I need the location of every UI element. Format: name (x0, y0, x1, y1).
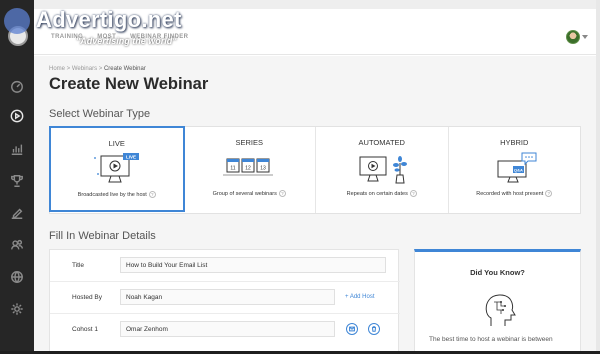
play-icon[interactable] (9, 108, 25, 124)
type-card-label: LIVE (108, 139, 125, 148)
title-label: Title (72, 262, 85, 269)
type-card-description: Broadcasted live by the host? (51, 191, 183, 198)
analytics-icon[interactable] (9, 141, 25, 157)
tip-text: The best time to host a webinar is betwe… (429, 336, 553, 343)
breadcrumb-webinars[interactable]: Webinars (72, 66, 97, 72)
sidebar (0, 0, 34, 354)
type-card-automated[interactable]: AUTOMATED Repeats on certain dates? (316, 127, 449, 213)
page-title: Create New Webinar (49, 75, 209, 93)
hosted-by-label: Hosted By (72, 294, 102, 301)
breadcrumb: Home > Webinars > Create Webinar (49, 66, 146, 72)
help-icon[interactable]: ? (545, 190, 553, 197)
type-card-label: HYBRID (500, 138, 529, 147)
hosted-by-row: Hosted By Noah Kagan + Add Host (50, 282, 400, 314)
qa-badge: Q&A (514, 167, 523, 172)
did-you-know-panel: Did You Know? The best time to host a we… (414, 249, 581, 354)
host-input[interactable]: Noah Kagan (120, 289, 335, 305)
details-heading: Fill In Webinar Details (49, 230, 156, 242)
title-row: Title How to Build Your Email List (50, 250, 400, 282)
cohost-row: Cohost 1 Omar Zenhom (50, 314, 400, 346)
brain-head-icon (485, 294, 516, 326)
hybrid-chat-icon: Q&A (497, 152, 537, 183)
chevron-down-icon[interactable] (582, 35, 588, 39)
breadcrumb-separator: > (97, 66, 104, 72)
live-badge: LIVE (126, 155, 136, 160)
calendar-day: 12 (245, 166, 251, 172)
type-card-label: AUTOMATED (358, 138, 405, 147)
edit-icon[interactable] (9, 205, 25, 221)
watermark-tagline: "Advertising the world" (76, 36, 177, 46)
type-card-series[interactable]: SERIES 11 12 13 Group of several webinar… (184, 127, 316, 213)
cohost-input[interactable]: Omar Zenhom (120, 321, 335, 337)
window-edge (596, 0, 600, 354)
breadcrumb-home[interactable]: Home (49, 66, 65, 72)
webinar-type-selector: LIVE LIVE Broadcasted live by the host? … (49, 126, 581, 214)
globe-icon[interactable] (9, 269, 25, 285)
watermark-badge (4, 8, 30, 34)
settings-icon[interactable] (9, 301, 25, 317)
calendar-day: 11 (231, 166, 236, 172)
tip-title: Did You Know? (470, 268, 525, 277)
breadcrumb-current: Create Webinar (103, 66, 146, 72)
type-card-label: SERIES (235, 138, 263, 147)
watermark-brand: Advertigo.net (36, 7, 182, 32)
select-type-heading: Select Webinar Type (49, 108, 151, 120)
type-card-description: Group of several webinars? (184, 190, 316, 197)
dashboard-icon[interactable] (9, 78, 25, 94)
type-card-hybrid[interactable]: HYBRID Q&A Recorded with host present? (449, 127, 581, 213)
calendar-day: 13 (260, 166, 266, 172)
type-card-description: Repeats on certain dates? (316, 190, 448, 197)
main-content: Home > Webinars > Create Webinar Create … (34, 56, 600, 354)
automated-plant-icon (359, 156, 407, 184)
avatar[interactable] (566, 30, 580, 44)
type-card-live[interactable]: LIVE LIVE Broadcasted live by the host? (49, 126, 185, 212)
app-window: TRAINING MOST WEBINAR FINDER Advertigo.n… (0, 0, 600, 354)
trophy-icon[interactable] (9, 173, 25, 189)
title-input[interactable]: How to Build Your Email List (120, 257, 386, 273)
live-monitor-icon: LIVE (93, 153, 139, 183)
help-icon[interactable]: ? (278, 190, 286, 197)
help-icon[interactable]: ? (409, 190, 417, 197)
users-icon[interactable] (9, 237, 25, 253)
add-host-button[interactable]: + Add Host (345, 294, 375, 300)
email-icon[interactable] (346, 323, 358, 335)
trash-icon[interactable] (368, 323, 380, 335)
cohost-label: Cohost 1 (72, 326, 99, 333)
webinar-details-form: Title How to Build Your Email List Hoste… (49, 249, 400, 354)
type-card-description: Recorded with host present? (449, 190, 581, 197)
calendar-series-icon: 11 12 13 (223, 158, 274, 176)
breadcrumb-separator: > (65, 66, 72, 72)
help-icon[interactable]: ? (148, 191, 156, 198)
